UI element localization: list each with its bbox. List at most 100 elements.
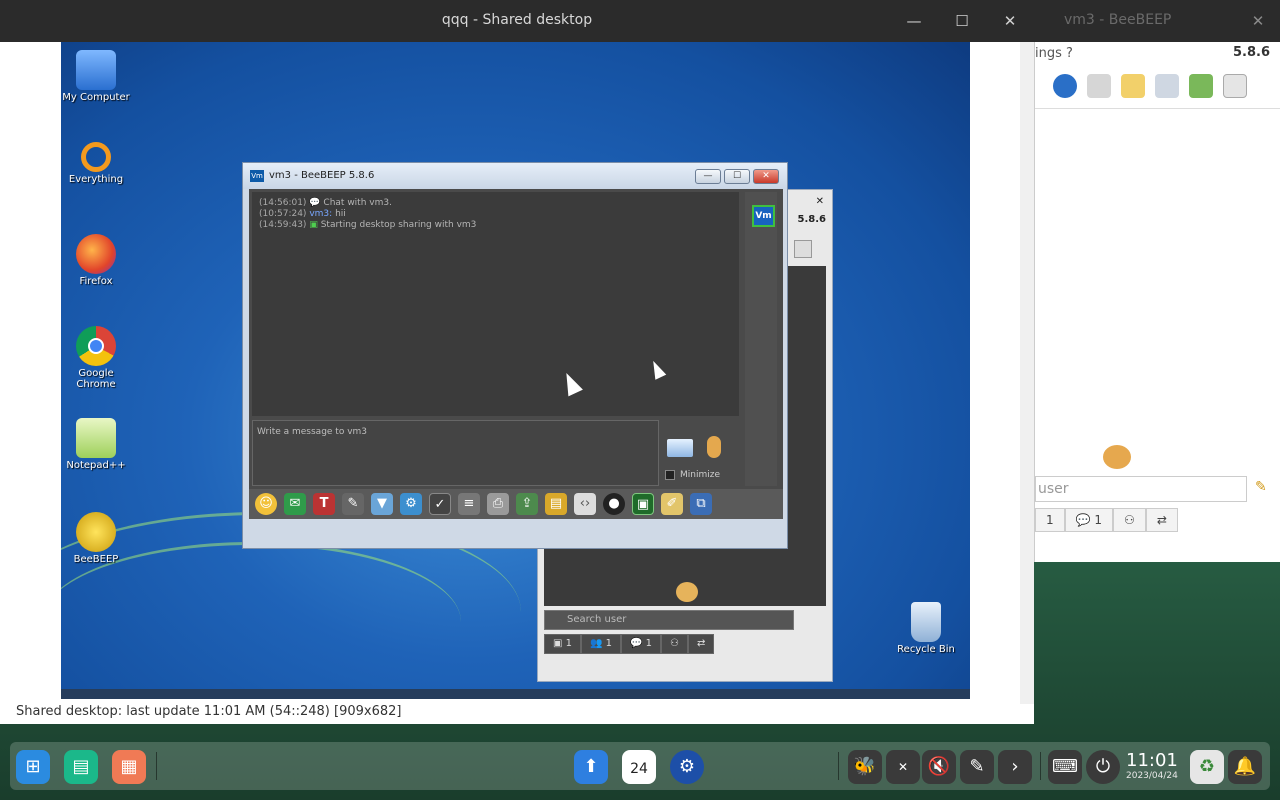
- send-icon[interactable]: [667, 439, 693, 457]
- font-icon[interactable]: T: [313, 493, 335, 515]
- beebeep-tray-icon[interactable]: 🐝: [848, 750, 882, 784]
- notes-icon[interactable]: ✐: [661, 493, 683, 515]
- mail-icon[interactable]: ✉: [284, 493, 306, 515]
- firefox-icon[interactable]: Firefox: [61, 234, 134, 287]
- tools-icon[interactable]: [1155, 74, 1179, 98]
- local-beebeep-window[interactable]: ings ? 5.8.6 user ✎ 1 💬 1 ⚇ ⇄: [1034, 42, 1280, 562]
- host-scrollbar[interactable]: [1020, 42, 1034, 704]
- color-icon[interactable]: ✎: [342, 493, 364, 515]
- tray-app-icon[interactable]: ✕: [886, 750, 920, 784]
- settings-menu[interactable]: ings ?: [1035, 46, 1073, 61]
- clock-time: 11:01: [1126, 750, 1178, 771]
- network-tray-icon[interactable]: ✎: [960, 750, 994, 784]
- text-icon[interactable]: ≡: [458, 493, 480, 515]
- system-dock: ⊞ ▤ ▦ ⬆ 24 ⚙ 🐝 ✕ 🔇 ✎ › ⌨ ⏻ ♻ 🔔: [10, 742, 1270, 790]
- local-user-list: [1035, 108, 1280, 470]
- trash-icon[interactable]: [1223, 74, 1247, 98]
- host-title-bar[interactable]: qqq - Shared desktop — ☐ ✕: [0, 0, 1034, 42]
- folder-icon[interactable]: ▤: [545, 493, 567, 515]
- power-icon[interactable]: ⏻: [1086, 750, 1120, 784]
- tab-messages[interactable]: 💬 1: [1064, 508, 1114, 532]
- tab-chats[interactable]: 1: [1035, 508, 1065, 532]
- my-computer-icon[interactable]: My Computer: [61, 50, 134, 103]
- settings-icon[interactable]: ⚙: [670, 750, 704, 784]
- code-icon[interactable]: ‹›: [574, 493, 596, 515]
- chat-message: (14:56:01) 💬 Chat with vm3.: [259, 198, 392, 208]
- settings-icon[interactable]: ⚙: [400, 493, 422, 515]
- local-beebeep-title-bar[interactable]: vm3 - BeeBEEP ✕: [1034, 0, 1280, 42]
- everything-icon[interactable]: Everything: [61, 142, 134, 185]
- calendar-icon[interactable]: 24: [622, 750, 656, 784]
- maximize-button[interactable]: ☐: [948, 8, 976, 34]
- minimize-checkbox-row[interactable]: Minimize: [665, 470, 720, 480]
- tab-messages[interactable]: 💬 1: [621, 634, 662, 654]
- remote-chat-window[interactable]: Vm vm3 - BeeBEEP 5.8.6 — ☐ ✕ (14:56:01) …: [242, 162, 788, 549]
- chat-log: (14:56:01) 💬 Chat with vm3. (10:57:24) v…: [252, 192, 739, 416]
- attach-icon[interactable]: ⎙: [487, 493, 509, 515]
- close-button[interactable]: ✕: [996, 8, 1024, 34]
- remote-taskbar[interactable]: [61, 689, 970, 699]
- plugins-icon[interactable]: [1189, 74, 1213, 98]
- multitask-icon[interactable]: ▦: [112, 750, 146, 784]
- wallpaper-swoosh: [61, 542, 461, 699]
- record-icon[interactable]: ●: [603, 493, 625, 515]
- users-icon: [676, 582, 698, 602]
- beebeep-icon[interactable]: BeeBEEP: [61, 512, 134, 565]
- network-icon[interactable]: [1053, 74, 1077, 98]
- close-icon[interactable]: ✕: [816, 196, 824, 207]
- system-clock[interactable]: 11:01 2023/04/24: [1126, 750, 1178, 781]
- remote-search-user-input[interactable]: Search user: [544, 610, 794, 630]
- tab-chats[interactable]: ▣ 1: [544, 634, 582, 654]
- chat-maximize-button[interactable]: ☐: [724, 169, 750, 184]
- microphone-icon[interactable]: [707, 436, 721, 458]
- notepad-plus-plus-icon[interactable]: Notepad++: [61, 418, 134, 471]
- host-status-bar: Shared desktop: last update 11:01 AM (54…: [16, 704, 402, 719]
- local-close-button[interactable]: ✕: [1244, 8, 1272, 34]
- chat-close-button[interactable]: ✕: [753, 169, 779, 184]
- spellcheck-icon[interactable]: ✓: [429, 493, 451, 515]
- local-beebeep-title: vm3 - BeeBEEP: [1064, 12, 1172, 28]
- message-icon[interactable]: [1087, 74, 1111, 98]
- tab-network[interactable]: ⇄: [688, 634, 715, 654]
- emoticon-icon[interactable]: ☺: [255, 493, 277, 515]
- dock-separator: [838, 752, 839, 780]
- recycle-bin-icon[interactable]: Recycle Bin: [888, 602, 964, 655]
- clear-search-icon[interactable]: ✎: [1255, 479, 1267, 495]
- desktop-share-icon[interactable]: ▣: [632, 493, 654, 515]
- chat-title-bar[interactable]: Vm vm3 - BeeBEEP 5.8.6 — ☐ ✕: [243, 163, 787, 189]
- remote-desktop-view[interactable]: My Computer Everything Firefox Google Ch…: [61, 42, 970, 699]
- tab-groups[interactable]: ⚇: [1113, 508, 1146, 532]
- launcher-icon[interactable]: ⊞: [16, 750, 50, 784]
- tab-users[interactable]: 👥 1: [581, 634, 622, 654]
- chat-body: (14:56:01) 💬 Chat with vm3. (10:57:24) v…: [249, 189, 783, 519]
- notification-bell-icon[interactable]: 🔔: [1228, 750, 1262, 784]
- minimize-checkbox[interactable]: [665, 470, 675, 480]
- minimize-button[interactable]: —: [900, 8, 928, 34]
- remote-bee-tabs: ▣ 1 👥 1 💬 1 ⚇ ⇄: [544, 634, 715, 654]
- chat-members-panel: [745, 192, 777, 486]
- edit-icon[interactable]: [1121, 74, 1145, 98]
- chat-message: (10:57:24) vm3: hii: [259, 209, 346, 219]
- file-manager-icon[interactable]: ⬆: [574, 750, 608, 784]
- member-badge[interactable]: Vm: [752, 205, 775, 227]
- screenshot-icon[interactable]: ⧉: [690, 493, 712, 515]
- terminal-icon[interactable]: ▤: [64, 750, 98, 784]
- chat-message: (14:59:43) ▣ Starting desktop sharing wi…: [259, 220, 477, 230]
- trash-icon[interactable]: ♻: [1190, 750, 1224, 784]
- local-bee-tabs: 1 💬 1 ⚇ ⇄: [1035, 508, 1178, 532]
- users-icon: [1103, 445, 1131, 469]
- keyboard-icon[interactable]: ⌨: [1048, 750, 1082, 784]
- chevron-right-icon[interactable]: ›: [998, 750, 1032, 784]
- message-input[interactable]: Write a message to vm3: [252, 420, 659, 486]
- screen-share-icon: ▣: [309, 220, 318, 230]
- volume-mute-icon[interactable]: 🔇: [922, 750, 956, 784]
- google-chrome-icon[interactable]: Google Chrome: [61, 326, 134, 390]
- tab-network[interactable]: ⇄: [1145, 508, 1178, 532]
- local-search-user-input[interactable]: user: [1035, 476, 1247, 502]
- trash-icon[interactable]: [794, 240, 812, 258]
- send-file-icon[interactable]: ⇪: [516, 493, 538, 515]
- filter-icon[interactable]: ▼: [371, 493, 393, 515]
- chat-minimize-button[interactable]: —: [695, 169, 721, 184]
- dock-separator: [156, 752, 157, 780]
- tab-groups[interactable]: ⚇: [661, 634, 689, 654]
